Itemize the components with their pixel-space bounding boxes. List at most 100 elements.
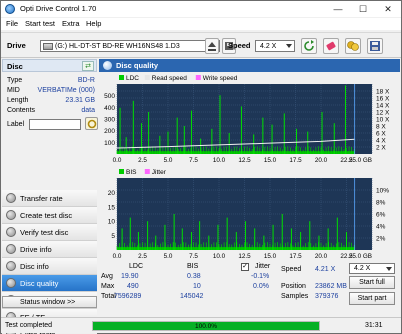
total-ldc: 7596289 [114, 293, 142, 300]
legend-label-0: BIS [126, 169, 137, 176]
title-bar: Opti Drive Control 1.70 — ☐ ✕ [1, 1, 401, 17]
coins-icon [347, 41, 359, 51]
disc-contents-value: data [81, 107, 95, 114]
gear-icon [87, 119, 97, 129]
disc-row-label: Label [7, 117, 98, 131]
disc-type-key: Type [7, 77, 23, 84]
left-tick-label: 300 [104, 117, 115, 124]
status-bar: Test completed 100.0% 31:31 [1, 317, 401, 333]
x-tick-label: 12.5 [238, 157, 251, 164]
right-tick-label: 12 X [376, 110, 390, 117]
drive-select[interactable]: (G:) HL-DT-ST BD-RE WH16NS48 1.D3 [40, 40, 220, 52]
legend-swatch [144, 169, 150, 174]
disc-info: Type BD-R MID VERBATIMe (000) Length 23.… [2, 73, 98, 187]
right-tick-label: 14 X [376, 103, 390, 110]
jitter-max: 0.0% [253, 283, 269, 290]
maximize-button[interactable]: ☐ [351, 1, 375, 17]
ldc-chart: LDC Read speed Write speed 18 X 16 X 14 X 12 X… [99, 72, 400, 166]
right-tick-label: 18 X [376, 89, 390, 96]
disc-type-value: BD-R [77, 77, 95, 84]
nav-item-drive-info[interactable]: Drive info [2, 241, 97, 258]
jitter-checkbox[interactable]: ✓ [241, 263, 249, 271]
erase-button[interactable] [323, 38, 339, 54]
menu-file[interactable]: File [6, 19, 18, 28]
start-full-button[interactable]: Start full [349, 276, 395, 289]
legend-swatch [195, 75, 201, 80]
x-tick-label: 0.0 [113, 253, 122, 260]
x-tick-label: 20.0 [315, 253, 328, 260]
nav-item-label: Transfer rate [20, 194, 63, 203]
right-tick-label: 16 X [376, 96, 390, 103]
disc-length-key: Length [7, 97, 29, 104]
nav-item-verify-test-disc[interactable]: Verify test disc [2, 224, 97, 241]
speed-select[interactable]: 4.2 X [255, 40, 295, 52]
disc-row-type: Type BD-R [7, 77, 95, 87]
label-settings-button[interactable] [85, 117, 98, 130]
x-tick-label: 15.0 [264, 157, 277, 164]
media-info-button[interactable] [345, 38, 361, 54]
right-tick-label: 2 X [376, 145, 386, 152]
window-title: Opti Drive Control 1.70 [20, 4, 97, 13]
speed-refresh-button[interactable] [301, 38, 317, 54]
disc-label-key: Label [7, 121, 25, 128]
test-speed-select[interactable]: 4.2 X [349, 263, 395, 274]
avg-bis: 0.38 [187, 273, 201, 280]
right-tick-label: 10% [376, 188, 389, 195]
nav-item-transfer-rate[interactable]: Transfer rate [2, 190, 97, 207]
x-tick-label: 2.5 [138, 253, 147, 260]
samples-label: Samples [281, 293, 309, 300]
disc-label-input[interactable] [29, 119, 81, 130]
x-tick-label: 25.0 GB [349, 253, 372, 260]
left-tick-label: 100 [104, 140, 115, 147]
eject-button[interactable] [205, 38, 219, 54]
drive-label: Drive [7, 41, 26, 50]
right-tick-label: 4 X [376, 138, 386, 145]
app-window: Opti Drive Control 1.70 — ☐ ✕ File Start… [0, 0, 402, 334]
left-tick-label: 500 [104, 93, 115, 100]
left-panel: Disc ⇄ Type BD-R MID VERBATIMe (000) Len… [2, 59, 98, 334]
x-tick-label: 7.5 [189, 253, 198, 260]
disc-quality-icon [103, 61, 112, 70]
bis-chart-svg: BIS Jitter 10% 8% 6% 4% 2% 20 15 10 5 0.0 2.5 5.0 7.5 1… [108, 169, 389, 260]
save-button[interactable] [367, 38, 383, 54]
close-button[interactable]: ✕ [376, 1, 400, 17]
test-speed-value: 4.2 X [354, 265, 371, 272]
speed-select-value: 4.2 X [260, 43, 277, 50]
progress-bar: 100.0% [92, 321, 320, 331]
disc-contents-key: Contents [7, 107, 36, 114]
nav-item-create-test-disc[interactable]: Create test disc [2, 207, 97, 224]
disc-header: Disc ⇄ [2, 59, 97, 72]
right-tick-label: 4% [376, 224, 386, 231]
nav-item-disc-info[interactable]: Disc info [2, 258, 97, 275]
total-bis: 145042 [180, 293, 204, 300]
disc-refresh-button[interactable]: ⇄ [82, 61, 94, 71]
save-icon [370, 41, 380, 51]
legend-swatch [119, 75, 124, 80]
app-logo-icon [5, 4, 15, 14]
x-tick-label: 12.5 [238, 253, 251, 260]
samples-value: 379376 [315, 293, 339, 300]
right-tick-label: 2% [376, 236, 386, 243]
x-tick-label: 10.0 [213, 253, 226, 260]
bis-chart: BIS Jitter 10% 8% 6% 4% 2% 20 15 10 5 0.0 2.5 5.0 7.5 1… [99, 166, 400, 262]
status-window-button[interactable]: Status window >> [2, 296, 97, 308]
nav-item-label: Verify test disc [20, 228, 69, 237]
minimize-button[interactable]: — [326, 1, 350, 17]
x-tick-label: 17.5 [289, 157, 302, 164]
right-tick-label: 10 X [376, 117, 390, 124]
menu-help[interactable]: Help [86, 19, 101, 28]
jitter-label: Jitter [255, 263, 271, 270]
menu-start-test[interactable]: Start test [25, 19, 55, 28]
menu-extra[interactable]: Extra [62, 19, 80, 28]
start-part-button[interactable]: Start part [349, 292, 395, 305]
right-tick-label: 8 X [376, 124, 386, 131]
left-tick-label: 15 [108, 204, 116, 211]
right-tick-label: 6% [376, 212, 386, 219]
max-label: Max [101, 283, 115, 290]
status-text: Test completed [5, 322, 53, 329]
legend-swatch [144, 75, 150, 80]
nav-item-label: Create test disc [20, 211, 73, 220]
nav-item-disc-quality[interactable]: Disc quality [2, 275, 97, 292]
x-tick-label: 5.0 [164, 157, 173, 164]
jitter-avg: -0.1% [251, 273, 270, 280]
